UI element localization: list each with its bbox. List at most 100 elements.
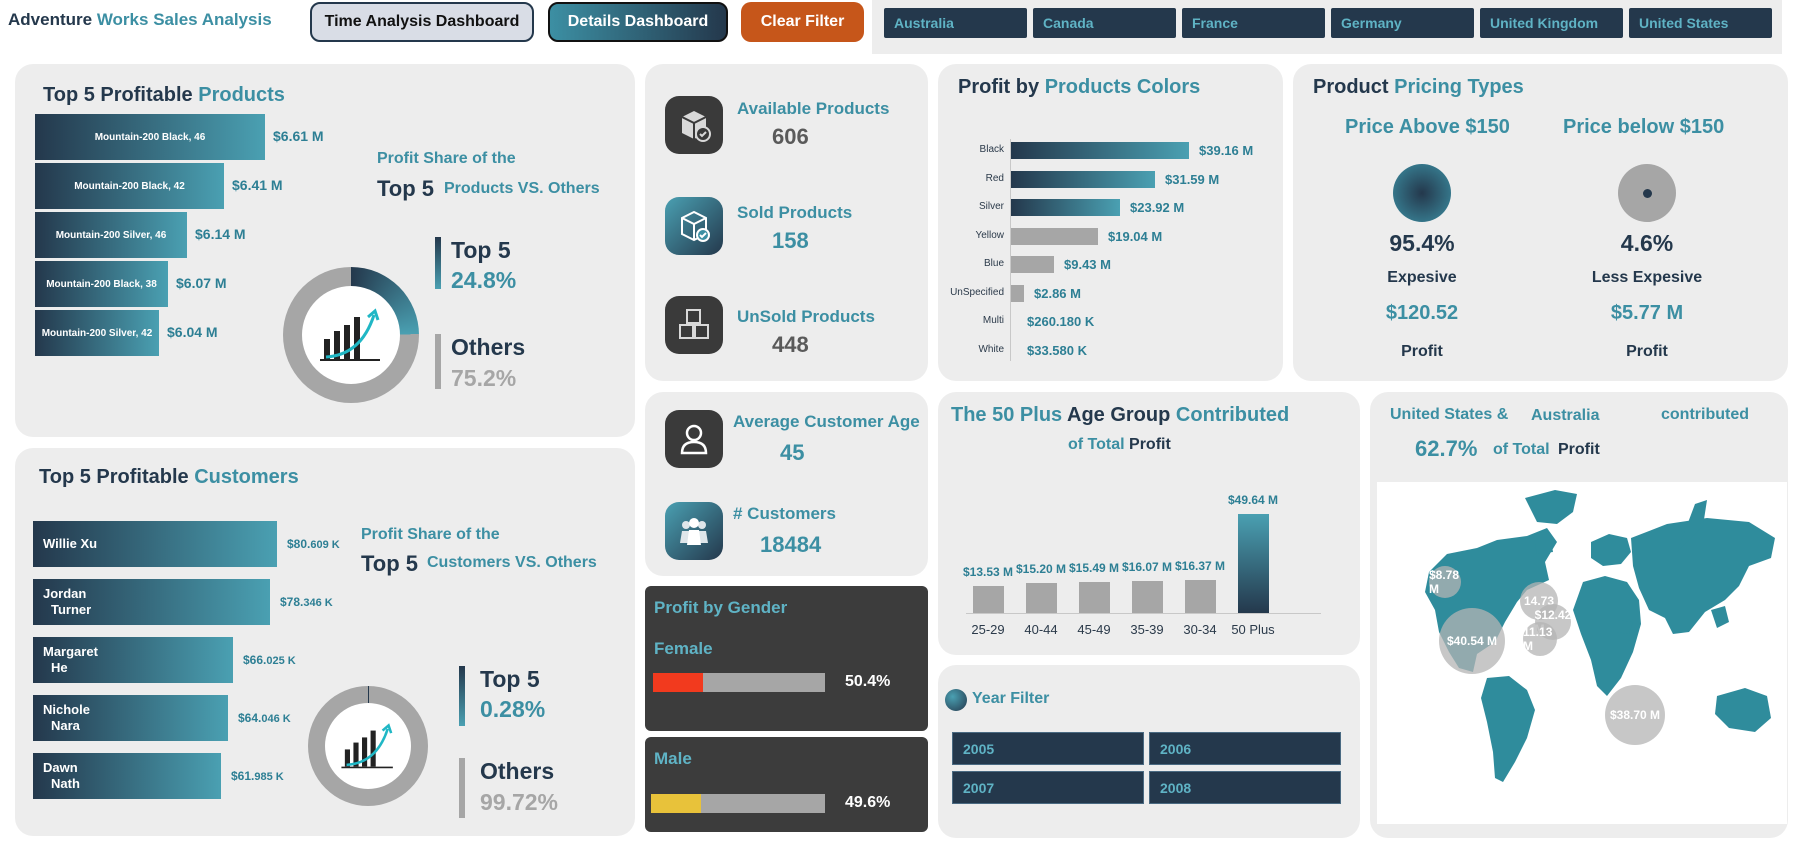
colors-bar (1011, 199, 1120, 216)
customer-value-main: $61. (231, 769, 255, 783)
product-bar: Mountain-200 Silver, 46 (35, 212, 187, 258)
clear-filter-button[interactable]: Clear Filter (741, 2, 864, 42)
expensive-share-circle (1393, 164, 1451, 222)
customer-bar: Dawn Nath (33, 753, 221, 799)
customers-others-pct: 99.72% (480, 789, 559, 815)
customer-bar-value: $78.346 K (280, 595, 333, 609)
customers-share-big: Top 5 (361, 551, 419, 576)
customer-name: Willie Xu (43, 536, 97, 552)
age-bar-value: $49.64 M (1227, 493, 1279, 507)
product-bar-value: $6.04 M (167, 324, 218, 340)
map-line1-c: contributed (1661, 406, 1749, 423)
less-expensive-pct: 4.6% (1620, 230, 1674, 256)
colors-tick-label: UnSpecified (950, 286, 1004, 298)
country-australia-button[interactable]: Australia (884, 8, 1027, 38)
colors-tick-label: Silver (978, 201, 1004, 212)
customer-name-line2: Turner (51, 602, 92, 617)
gender-female-panel: Profit by Gender Female 50.4% (645, 586, 928, 731)
country-germany-button[interactable]: Germany (1331, 8, 1474, 38)
customers-donut-chart (308, 686, 428, 806)
customer-value-main: $78. (280, 595, 304, 609)
less-expensive-profit: $5.77 M (1610, 302, 1684, 324)
pricing-title: Product Pricing Types (1313, 76, 1524, 98)
male-bar-fill (651, 794, 701, 813)
customer-value-small: 985 K (254, 771, 284, 783)
colors-bar-value: $23.92 M (1130, 200, 1185, 215)
colors-bar (1011, 284, 1024, 302)
customer-value-main: $64. (238, 711, 262, 725)
less-expensive-label: Less Expesive (1591, 269, 1703, 286)
customers-top-label: Top 5 (480, 666, 540, 692)
country-france-button[interactable]: France (1182, 8, 1325, 38)
age-bar (1185, 580, 1216, 613)
customer-bar: Margaret He (33, 637, 233, 683)
customers-top-indicator (459, 666, 465, 726)
age-tick-label: 50 Plus (1231, 622, 1275, 637)
year-2005-button[interactable]: 2005 (952, 732, 1144, 765)
product-bar: Mountain-200 Black, 46 (35, 114, 265, 160)
map-bubble-us: $40.54 M (1439, 608, 1505, 674)
customer-bar: Willie Xu (33, 521, 277, 567)
age-tick-label: 25-29 (971, 622, 1005, 637)
age-bar (973, 586, 1004, 613)
products-top-label: Top 5 (451, 237, 511, 263)
group-icon (665, 502, 723, 560)
pricing-panel: Product Pricing Types Price Above $150 P… (1293, 64, 1788, 381)
map-bubble-canada: $8.78 M (1429, 566, 1461, 598)
customer-name: Nichole Nara (43, 702, 90, 734)
customer-value-small: 046 K (261, 713, 291, 725)
customers-count-value: 18484 (760, 532, 822, 557)
avg-age-value: 45 (780, 440, 805, 465)
colors-tick-label: Yellow (975, 229, 1004, 241)
expensive-profit-label: Profit (1401, 343, 1443, 360)
colors-bar-value: $19.04 M (1108, 228, 1163, 244)
country-slicer: Australia Canada France Germany United K… (872, 0, 1782, 54)
year-filter-title: Year Filter (972, 690, 1050, 707)
colors-chart-panel: Profit by Products Colors Black $39.16 M R… (938, 64, 1283, 381)
expensive-profit: $120.52 (1385, 302, 1459, 324)
customer-name-line1: Jordan (43, 586, 87, 601)
product-bar-value: $6.41 M (232, 177, 283, 193)
colors-bar-value: $260.180 K (1027, 314, 1095, 329)
box-check-icon (665, 96, 723, 154)
expensive-label: Expesive (1387, 269, 1457, 286)
age-chart-subtitle: of Total Profit (1068, 436, 1171, 453)
customer-bar-value: $66.025 K (243, 653, 296, 667)
details-dashboard-button[interactable]: Details Dashboard (548, 2, 728, 42)
customers-top-pct: 0.28% (480, 696, 546, 722)
growth-chart-icon (325, 703, 411, 789)
customer-value-main: $66. (243, 653, 267, 667)
year-2006-button[interactable]: 2006 (1149, 732, 1341, 765)
less-expensive-share-dot (1642, 188, 1652, 198)
female-pct: 50.4% (845, 673, 891, 690)
customer-name-line1: Margaret (43, 644, 98, 659)
colors-bar-value: $31.59 M (1165, 171, 1220, 187)
sold-box-icon (665, 197, 723, 255)
year-2008-button[interactable]: 2008 (1149, 771, 1341, 804)
title-part-3: Sales Analysis (153, 10, 272, 29)
age-tick-label: 40-44 (1024, 622, 1058, 637)
male-label: Male (654, 749, 692, 768)
year-2007-button[interactable]: 2007 (952, 771, 1144, 804)
customer-name-line1: Nichole (43, 702, 90, 717)
customer-value-small: 346 K (303, 597, 333, 609)
products-top-indicator (435, 237, 441, 289)
customer-value-small: 609 K (310, 539, 340, 551)
age-bar (1238, 514, 1269, 613)
time-analysis-button[interactable]: Time Analysis Dashboard (310, 2, 534, 42)
age-tick-label: 45-49 (1077, 622, 1111, 637)
country-uk-button[interactable]: United Kingdom (1480, 8, 1623, 38)
available-products-label: Available Products (737, 99, 890, 118)
country-us-button[interactable]: United States (1629, 8, 1772, 38)
country-canada-button[interactable]: Canada (1033, 8, 1176, 38)
product-bar-value: $6.14 M (195, 226, 246, 242)
customers-panel-title: Top 5 Profitable Customers (39, 466, 299, 488)
products-others-label: Others (451, 334, 526, 360)
unsold-products-value: 448 (772, 332, 809, 357)
product-bar: Mountain-200 Silver, 42 (35, 310, 159, 356)
colors-tick-label: Blue (983, 258, 1004, 269)
world-map[interactable]: $8.78 M $40.54 M 14.73 $12.42 M 11.13 M … (1377, 482, 1787, 824)
price-below-label: Price below $150 (1563, 116, 1725, 138)
title-part-1: Adventure (8, 10, 93, 29)
colors-bar (1011, 170, 1155, 188)
